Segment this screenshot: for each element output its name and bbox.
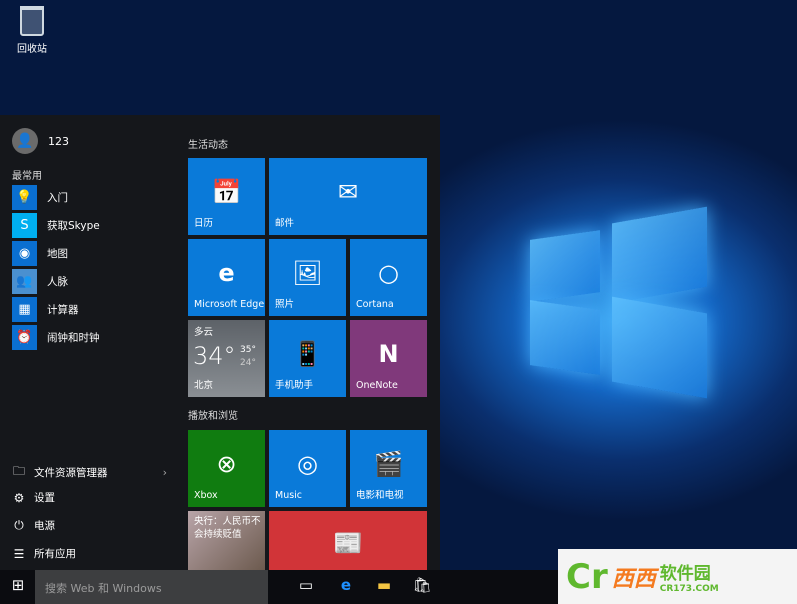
alarm-icon: ⏰ [12, 325, 37, 350]
tile-label: 电影和电视 [356, 490, 404, 501]
watermark-logo: Cr 西西 软件园 CR173.COM [558, 549, 797, 604]
app-skype[interactable]: S 获取Skype [12, 213, 100, 238]
file-explorer-icon[interactable]: ▬ [372, 576, 396, 598]
app-label: 人脉 [47, 276, 68, 288]
app-maps[interactable]: ◉ 地图 [12, 241, 68, 266]
search-box[interactable]: 搜索 Web 和 Windows [35, 570, 268, 604]
tile-onenote[interactable]: N OneNote [350, 320, 427, 397]
tile-phone-companion[interactable]: 📱 手机助手 [269, 320, 346, 397]
start-menu: 👤 123 最常用 💡 入门 S 获取Skype ◉ 地图 👥 人脉 ▦ 计算器 ⏰ 闹钟和… [0, 115, 440, 570]
chevron-right-icon[interactable]: › [163, 467, 167, 479]
store-icon[interactable]: 🛍 [410, 576, 434, 598]
tile-label: 手机助手 [275, 380, 314, 391]
tile-weather[interactable]: 多云 34° 35° 24° 北京 [188, 320, 265, 397]
app-label: 入门 [47, 192, 68, 204]
all-apps-item[interactable]: ☰ 所有应用 [12, 546, 167, 561]
app-calculator[interactable]: ▦ 计算器 [12, 297, 79, 322]
tile-movies[interactable]: 🎬 电影和电视 [350, 430, 427, 507]
mail-icon: ✉ [337, 178, 359, 206]
group-heading-life: 生活动态 [188, 140, 228, 151]
app-label: 地图 [47, 248, 68, 260]
photos-icon: 🖼 [292, 259, 323, 287]
people-icon: 👥 [12, 269, 37, 294]
group-heading-play: 播放和浏览 [188, 411, 238, 422]
skype-icon: S [12, 213, 37, 238]
list-icon: ☰ [13, 546, 25, 561]
wallpaper [440, 0, 797, 570]
task-view-icon[interactable]: ▭ [294, 576, 318, 598]
tile-label: 照片 [275, 299, 295, 310]
tile-edge[interactable]: e Microsoft Edge [188, 239, 265, 316]
tile-music[interactable]: ◎ Music [269, 430, 346, 507]
folder-icon: 🗀 [12, 464, 25, 478]
app-get-started[interactable]: 💡 入门 [12, 185, 68, 210]
file-explorer-label: 文件资源管理器 [34, 467, 108, 479]
app-label: 计算器 [47, 304, 79, 316]
tile-label: 日历 [194, 218, 214, 229]
app-alarms[interactable]: ⏰ 闹钟和时钟 [12, 325, 100, 350]
user-icon: 👤 [12, 128, 38, 154]
app-label: 闹钟和时钟 [47, 332, 100, 344]
file-explorer-item[interactable]: 🗀 文件资源管理器 › [12, 462, 167, 483]
calendar-icon: 📅 [211, 178, 242, 206]
power-item[interactable]: ⏻ 电源 [12, 518, 167, 533]
recycle-bin-label: 回收站 [17, 44, 47, 55]
user-name: 123 [48, 134, 69, 148]
user-account[interactable]: 👤 123 [12, 128, 69, 154]
tile-calendar[interactable]: 📅 日历 [188, 158, 265, 235]
tile-label: Microsoft Edge [194, 299, 265, 310]
most-used-heading: 最常用 [12, 171, 42, 182]
app-people[interactable]: 👥 人脉 [12, 269, 68, 294]
tile-label: Cortana [356, 299, 394, 310]
tile-xbox[interactable]: ⊗ Xbox [188, 430, 265, 507]
tile-cortana[interactable]: ○ Cortana [350, 239, 427, 316]
tile-label: OneNote [356, 380, 398, 391]
news-headline: 央行：人民币不会持续贬值 [194, 516, 261, 540]
lightbulb-icon: 💡 [12, 185, 37, 210]
app-label: 获取Skype [47, 220, 100, 232]
calculator-icon: ▦ [12, 297, 37, 322]
all-apps-label: 所有应用 [34, 548, 76, 560]
weather-low: 24° [240, 358, 256, 368]
edge-icon[interactable]: e [334, 576, 358, 598]
settings-item[interactable]: ⚙ 设置 [12, 490, 167, 505]
cortana-icon: ○ [378, 259, 399, 287]
music-disc-icon: ◎ [297, 450, 318, 478]
edge-icon: e [218, 259, 235, 287]
weather-high: 35° [240, 345, 256, 355]
phone-laptop-icon: 📱 [292, 340, 323, 368]
power-label: 电源 [34, 520, 55, 532]
map-icon: ◉ [12, 241, 37, 266]
newspaper-icon: 📰 [333, 529, 363, 557]
weather-city: 北京 [194, 380, 214, 391]
tile-mail[interactable]: ✉ 邮件 [269, 158, 427, 235]
settings-label: 设置 [34, 492, 55, 504]
recycle-bin[interactable]: 回收站 [10, 6, 54, 55]
tile-label: 邮件 [275, 218, 295, 229]
tile-photos[interactable]: 🖼 照片 [269, 239, 346, 316]
xbox-icon: ⊗ [216, 450, 237, 478]
recycle-bin-icon [20, 6, 44, 36]
tile-news-headline[interactable]: 央行：人民币不会持续贬值 [188, 511, 265, 570]
clapperboard-icon: 🎬 [373, 450, 404, 478]
tile-news[interactable]: 📰 [269, 511, 427, 570]
gear-icon: ⚙ [13, 490, 25, 505]
tile-label: Music [275, 490, 303, 501]
weather-condition: 多云 [194, 327, 214, 338]
weather-temp: 34° [193, 342, 236, 370]
tile-label: Xbox [194, 490, 218, 501]
power-icon: ⏻ [14, 518, 24, 532]
onenote-icon: N [378, 340, 399, 368]
start-button[interactable]: ⊞ [6, 576, 30, 598]
